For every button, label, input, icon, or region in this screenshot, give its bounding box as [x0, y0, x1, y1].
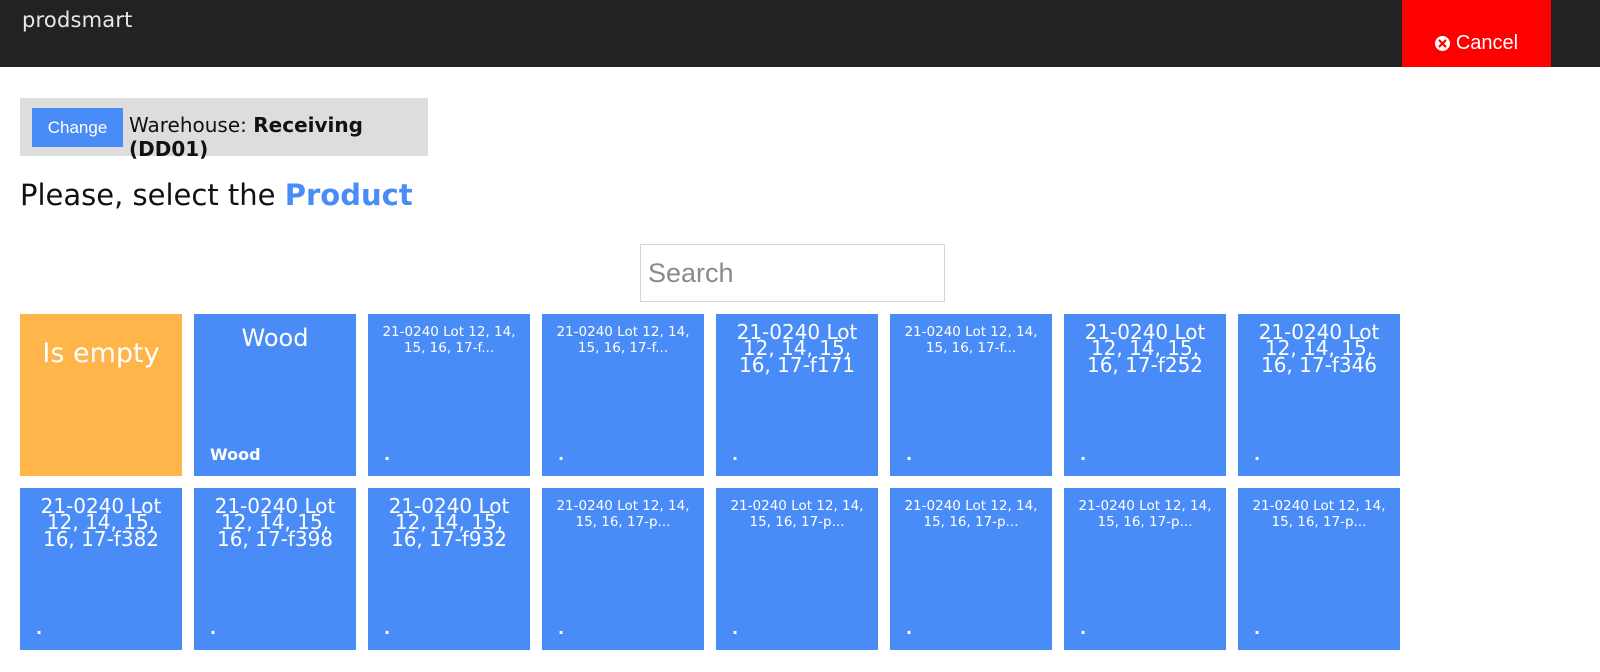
product-tile-subtitle: . — [1080, 619, 1087, 638]
product-tile-title: 21-0240 Lot 12, 14, 15, 16, 17-f171 — [736, 320, 858, 377]
product-tile[interactable]: 21-0240 Lot 12, 14, 15, 16, 17-f932. — [368, 488, 530, 650]
product-tile-title: Is empty — [42, 338, 160, 369]
page-prompt: Please, select the Product — [20, 178, 413, 212]
product-tile-title: 21-0240 Lot 12, 14, 15, 16, 17-f... — [556, 324, 690, 357]
warehouse-info: Warehouse: Receiving (DD01) — [129, 113, 428, 161]
top-bar: prodsmart Cancel — [0, 0, 1600, 67]
product-tile-subtitle: . — [1254, 445, 1261, 464]
product-tile-subtitle: . — [906, 445, 913, 464]
product-tile-subtitle: . — [1254, 619, 1261, 638]
warehouse-label: Warehouse: — [129, 113, 247, 137]
product-tile-title: 21-0240 Lot 12, 14, 15, 16, 17-f932 — [388, 494, 510, 551]
prompt-prefix: Please, select the — [20, 178, 276, 212]
product-tile[interactable]: 21-0240 Lot 12, 14, 15, 16, 17-f346. — [1238, 314, 1400, 476]
product-tile-subtitle: . — [384, 619, 391, 638]
product-tile-title: Wood — [241, 324, 309, 352]
product-tile[interactable]: 21-0240 Lot 12, 14, 15, 16, 17-f252. — [1064, 314, 1226, 476]
product-tile-title: 21-0240 Lot 12, 14, 15, 16, 17-p... — [1252, 498, 1386, 531]
product-tile[interactable]: 21-0240 Lot 12, 14, 15, 16, 17-f382. — [20, 488, 182, 650]
product-tile[interactable]: 21-0240 Lot 12, 14, 15, 16, 17-p.... — [542, 488, 704, 650]
product-tile-title: 21-0240 Lot 12, 14, 15, 16, 17-f252 — [1084, 320, 1206, 377]
product-tile-title: 21-0240 Lot 12, 14, 15, 16, 17-p... — [1078, 498, 1212, 531]
product-tile-subtitle: Wood — [210, 445, 261, 464]
product-tile[interactable]: 21-0240 Lot 12, 14, 15, 16, 17-f.... — [542, 314, 704, 476]
product-tile[interactable]: 21-0240 Lot 12, 14, 15, 16, 17-p.... — [1238, 488, 1400, 650]
product-grid: Is empty Wood Wood 21-0240 Lot 12, 14, 15, … — [20, 314, 1400, 650]
product-tile-title: 21-0240 Lot 12, 14, 15, 16, 17-f382 — [40, 494, 162, 551]
warehouse-bar: Change Warehouse: Receiving (DD01) — [20, 98, 428, 161]
search-input[interactable] — [640, 244, 945, 302]
cancel-button[interactable]: Cancel — [1402, 0, 1551, 67]
product-tile-title: 21-0240 Lot 12, 14, 15, 16, 17-f... — [382, 324, 516, 357]
product-tile[interactable]: 21-0240 Lot 12, 14, 15, 16, 17-f.... — [890, 314, 1052, 476]
product-tile-subtitle: . — [36, 619, 43, 638]
product-tile-subtitle: . — [384, 445, 391, 464]
product-tile-title: 21-0240 Lot 12, 14, 15, 16, 17-f398 — [214, 494, 336, 551]
product-tile-title: 21-0240 Lot 12, 14, 15, 16, 17-f346 — [1258, 320, 1380, 377]
brand-logo: prodsmart — [22, 8, 133, 32]
product-tile-subtitle: . — [558, 445, 565, 464]
product-tile[interactable]: 21-0240 Lot 12, 14, 15, 16, 17-p.... — [1064, 488, 1226, 650]
product-tile[interactable]: 21-0240 Lot 12, 14, 15, 16, 17-p.... — [890, 488, 1052, 650]
cancel-label: Cancel — [1455, 31, 1519, 54]
product-tile-empty[interactable]: Is empty — [20, 314, 182, 476]
product-tile-subtitle: . — [906, 619, 913, 638]
product-tile-subtitle: . — [732, 619, 739, 638]
product-tile[interactable]: 21-0240 Lot 12, 14, 15, 16, 17-f171. — [716, 314, 878, 476]
product-tile-subtitle: . — [732, 445, 739, 464]
close-circle-icon — [1434, 35, 1450, 51]
product-tile-subtitle: . — [558, 619, 565, 638]
product-tile[interactable]: 21-0240 Lot 12, 14, 15, 16, 17-p.... — [716, 488, 878, 650]
product-tile[interactable]: 21-0240 Lot 12, 14, 15, 16, 17-f398. — [194, 488, 356, 650]
product-tile[interactable]: 21-0240 Lot 12, 14, 15, 16, 17-f.... — [368, 314, 530, 476]
product-tile-subtitle: . — [1080, 445, 1087, 464]
product-tile-title: 21-0240 Lot 12, 14, 15, 16, 17-p... — [556, 498, 690, 531]
product-tile-title: 21-0240 Lot 12, 14, 15, 16, 17-p... — [730, 498, 864, 531]
product-tile-title: 21-0240 Lot 12, 14, 15, 16, 17-f... — [904, 324, 1038, 357]
product-tile-subtitle: . — [210, 619, 217, 638]
change-warehouse-button[interactable]: Change — [32, 108, 123, 147]
product-tile[interactable]: Wood Wood — [194, 314, 356, 476]
product-tile-title: 21-0240 Lot 12, 14, 15, 16, 17-p... — [904, 498, 1038, 531]
prompt-accent: Product — [284, 178, 413, 212]
